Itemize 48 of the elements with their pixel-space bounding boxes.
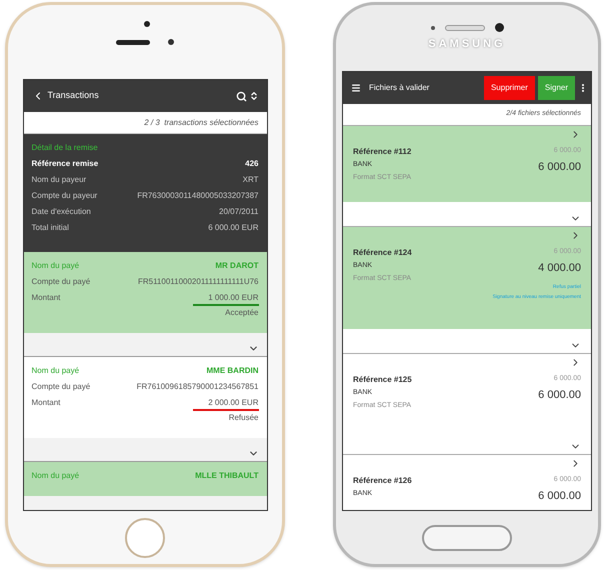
payee-card[interactable]: Nom du payé MME BARDIN Compte du payé FR7610096185790001234567851 Montant 2 000.00 EUR Refusée bbox=[24, 357, 266, 438]
status-text: Acceptée bbox=[225, 307, 258, 319]
detail-value: 6 000.00 EUR bbox=[208, 222, 258, 234]
speaker-slot bbox=[444, 24, 484, 31]
detail-value: FR7630003011480005033207387 bbox=[137, 190, 258, 202]
payee-name: MR DAROT bbox=[215, 260, 258, 272]
brand-text: SAMSUNG bbox=[428, 37, 506, 52]
toolbar-button[interactable]: Supprimer bbox=[484, 76, 535, 100]
file-amount: 6 000.00 bbox=[538, 160, 581, 174]
file-amount: 4 000.00 bbox=[538, 260, 581, 276]
file-reference: Référence #124 bbox=[353, 247, 412, 259]
sort-icon[interactable] bbox=[248, 91, 258, 101]
header-title: Transactions bbox=[48, 89, 99, 102]
amount-label: Montant bbox=[32, 292, 60, 304]
file-reference: Référence #126 bbox=[353, 475, 412, 487]
payee-label: Nom du payé bbox=[32, 260, 80, 272]
status-text: Refusée bbox=[228, 412, 258, 424]
search-icon[interactable] bbox=[236, 90, 246, 102]
detail-value: XRT bbox=[242, 174, 258, 186]
payee-label: Nom du payé bbox=[32, 365, 80, 377]
payee-name: MLLE THIBAULT bbox=[195, 470, 258, 482]
account-value: FR7610096185790001234567851 bbox=[136, 381, 258, 393]
detail-label: Total initial bbox=[32, 222, 69, 234]
detail-value: 20/07/2011 bbox=[219, 206, 258, 218]
account-label: Compte du payé bbox=[32, 276, 90, 288]
file-reference: Référence #112 bbox=[353, 146, 412, 158]
detail-label: Référence remise bbox=[32, 158, 98, 170]
file-amount: 6 000.00 bbox=[538, 388, 581, 402]
account-value: FR51100110002011111111111U76 bbox=[138, 276, 258, 288]
amount-value: 1 000.00 EUR bbox=[208, 292, 258, 304]
amount-label: Montant bbox=[32, 397, 60, 409]
detail-value: 426 bbox=[245, 158, 258, 170]
header-title: Fichiers à valider bbox=[369, 82, 430, 94]
selection-count: 2 / 3 transactions sélectionnées bbox=[144, 116, 258, 128]
account-label: Compte du payé bbox=[32, 381, 90, 393]
menu-icon[interactable] bbox=[351, 83, 361, 93]
payee-card[interactable]: Nom du payé MR DAROT Compte du payé FR51100110002011111111111U76 Montant 1 000.00 EUR Acceptée bbox=[24, 252, 266, 333]
payee-name: MME BARDIN bbox=[206, 365, 258, 377]
speaker-slot bbox=[116, 40, 150, 44]
file-reference: Référence #125 bbox=[353, 374, 412, 386]
file-amount: 6 000.00 bbox=[538, 488, 581, 504]
section-heading: Détail de la remise bbox=[32, 142, 99, 154]
detail-label: Date d'exécution bbox=[32, 206, 91, 218]
detail-label: Compte du payeur bbox=[32, 190, 98, 202]
home-button[interactable] bbox=[422, 524, 512, 550]
amount-value: 2 000.00 EUR bbox=[208, 397, 258, 409]
payee-label: Nom du payé bbox=[32, 470, 80, 482]
detail-label: Nom du payeur bbox=[32, 174, 86, 186]
